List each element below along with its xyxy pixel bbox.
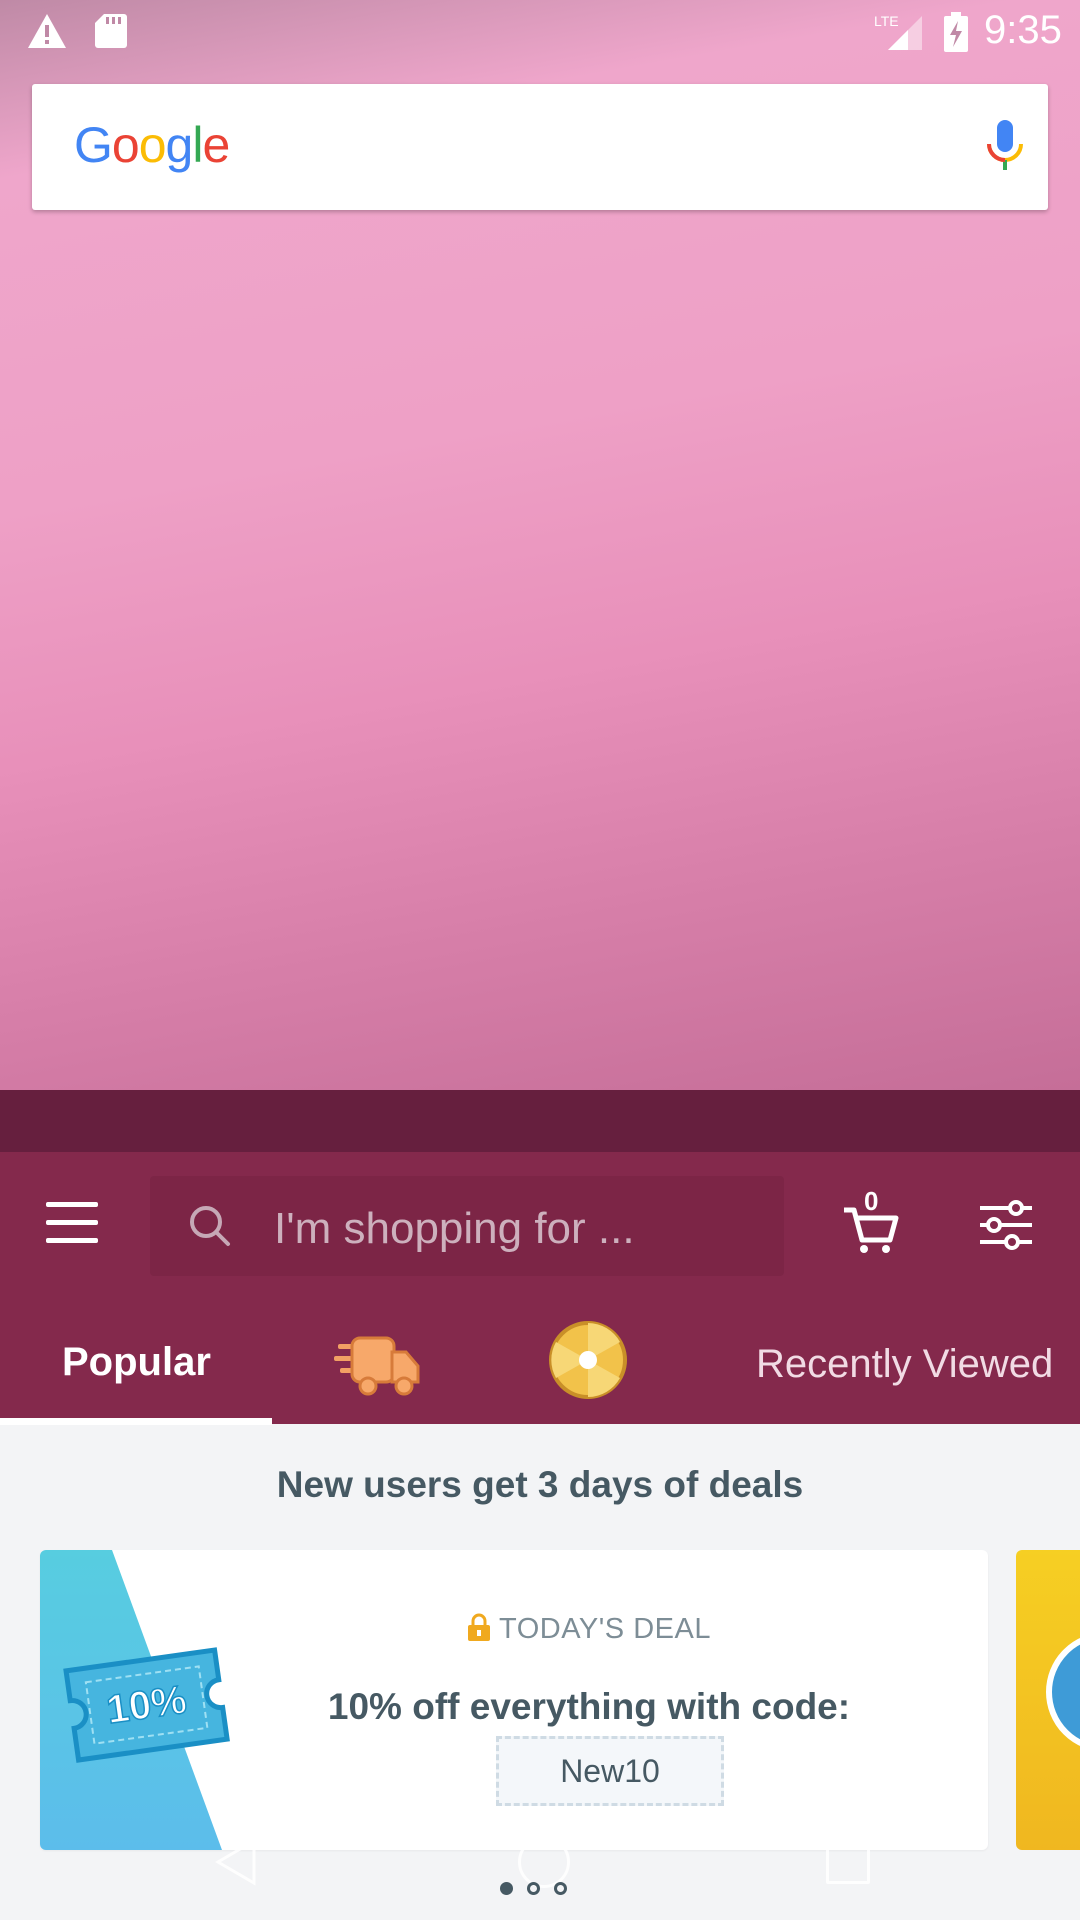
sd-card-icon xyxy=(94,12,128,55)
mic-icon[interactable] xyxy=(982,118,1028,179)
search-input[interactable]: I'm shopping for ... xyxy=(150,1176,784,1276)
tab-popular[interactable]: Popular xyxy=(62,1340,211,1410)
carousel-dot-3[interactable] xyxy=(554,1882,567,1895)
home-icon[interactable] xyxy=(518,1836,570,1888)
menu-icon[interactable] xyxy=(46,1202,98,1244)
promo-headline: New users get 3 days of deals xyxy=(276,1464,804,1505)
tab-prize-wheel[interactable] xyxy=(548,1320,628,1399)
coupon-code[interactable]: New10 xyxy=(496,1736,724,1806)
recents-icon[interactable] xyxy=(826,1840,870,1884)
carousel-dot-2[interactable] xyxy=(527,1882,540,1895)
deal-card[interactable]: 10% TODAY'S DEAL 10% off everything with… xyxy=(40,1550,988,1850)
tab-selected-indicator xyxy=(0,1418,272,1425)
lock-icon xyxy=(467,1612,491,1650)
svg-text:LTE: LTE xyxy=(874,13,899,29)
cart-button[interactable]: 0 xyxy=(840,1186,904,1262)
app-status-strip xyxy=(0,1090,1080,1152)
deal-kicker: TODAY'S DEAL xyxy=(40,1612,988,1650)
delivery-truck-icon xyxy=(334,1336,420,1396)
carousel-dot-1[interactable] xyxy=(500,1882,513,1895)
carousel-indicator xyxy=(500,1882,581,1900)
warning-icon xyxy=(26,12,68,55)
tab-fast-delivery[interactable] xyxy=(334,1330,422,1400)
globe-icon xyxy=(1046,1632,1080,1752)
prize-wheel-icon xyxy=(549,1321,627,1399)
signal-icon: LTE xyxy=(874,12,924,57)
deal-title: 10% off everything with code: xyxy=(327,1686,851,1727)
clock: 9:35 xyxy=(984,8,1062,52)
battery-charging-icon xyxy=(942,12,970,57)
search-placeholder: I'm shopping for ... xyxy=(274,1204,635,1253)
tab-recently-viewed[interactable]: Recently Viewed xyxy=(756,1342,1053,1412)
cart-count-badge: 0 xyxy=(864,1186,879,1216)
google-logo: Google xyxy=(74,117,230,173)
google-search-widget[interactable]: Google xyxy=(32,84,1048,210)
search-icon xyxy=(188,1204,232,1253)
deal-kicker-label: TODAY'S DEAL xyxy=(499,1613,711,1645)
filter-icon[interactable] xyxy=(978,1200,1034,1255)
status-bar: LTE 9:35 xyxy=(0,0,1080,64)
next-deal-card-peek[interactable] xyxy=(1016,1550,1080,1850)
back-icon[interactable] xyxy=(214,1838,258,1891)
